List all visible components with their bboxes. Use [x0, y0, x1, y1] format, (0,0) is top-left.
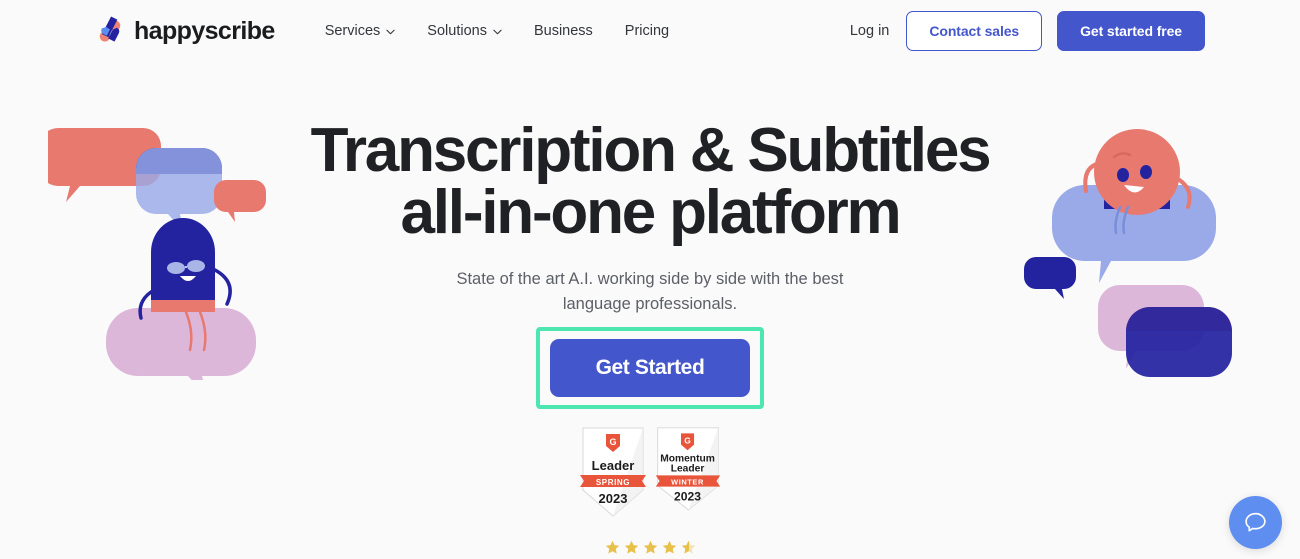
- happyscribe-logo-icon: [95, 15, 125, 47]
- g2-badge-leader[interactable]: G Leader SPRING 2023: [578, 425, 648, 520]
- g2-badges: G Leader SPRING 2023 G Momentum Leader W…: [300, 425, 1000, 520]
- chat-widget-button[interactable]: [1229, 496, 1282, 549]
- svg-text:G: G: [609, 437, 616, 447]
- nav-item-services[interactable]: Services: [309, 15, 412, 47]
- login-link[interactable]: Log in: [848, 17, 892, 45]
- star-icon: [624, 540, 639, 555]
- contact-sales-button[interactable]: Contact sales: [906, 11, 1043, 51]
- left-character-illustration: [40, 120, 288, 398]
- badge-year: 2023: [598, 491, 627, 506]
- nav-item-pricing[interactable]: Pricing: [609, 15, 685, 47]
- cta-container: Get Started: [535, 326, 765, 409]
- rating-stars: [300, 540, 1000, 555]
- chevron-down-icon: [493, 27, 502, 35]
- main-navigation: Services Solutions Business Pricing: [309, 15, 685, 47]
- header-actions: Log in Contact sales Get started free: [848, 11, 1205, 51]
- badge-season: WINTER: [671, 477, 704, 486]
- headline-line-2: all-in-one platform: [400, 178, 902, 247]
- site-header: happyscribe Services Solutions Business …: [0, 0, 1300, 62]
- g2-badge-momentum-leader[interactable]: G Momentum Leader WINTER 2023: [653, 425, 723, 520]
- brand-logo-link[interactable]: happyscribe: [95, 15, 275, 47]
- headline-line-1: Transcription & Subtitles: [310, 116, 992, 185]
- chevron-down-icon: [386, 27, 395, 35]
- nav-label: Pricing: [624, 23, 670, 39]
- star-half-icon: [681, 540, 696, 555]
- badge-year: 2023: [674, 489, 701, 503]
- badge-season: SPRING: [595, 478, 629, 487]
- badge-title: Leader: [591, 458, 634, 473]
- nav-label: Solutions: [427, 23, 487, 39]
- page-title: Transcription & Subtitles all-in-one pla…: [300, 120, 1000, 244]
- brand-name: happyscribe: [134, 16, 275, 45]
- nav-item-solutions[interactable]: Solutions: [411, 15, 518, 47]
- hero-subheadline: State of the art A.I. working side by si…: [456, 270, 844, 313]
- nav-item-business[interactable]: Business: [518, 15, 609, 47]
- right-character-illustration: [1010, 117, 1260, 393]
- star-icon: [662, 540, 677, 555]
- star-icon: [643, 540, 658, 555]
- hero-content: Transcription & Subtitles all-in-one pla…: [300, 120, 1000, 559]
- nav-label: Services: [324, 23, 381, 39]
- get-started-button[interactable]: Get Started: [549, 338, 751, 397]
- badge-title-line2: Leader: [670, 463, 704, 474]
- nav-label: Business: [533, 23, 593, 39]
- star-icon: [605, 540, 620, 555]
- get-started-free-button[interactable]: Get started free: [1057, 11, 1205, 51]
- chat-bubble-icon: [1243, 510, 1268, 535]
- svg-text:G: G: [684, 435, 691, 445]
- hero-section: Transcription & Subtitles all-in-one pla…: [0, 62, 1300, 559]
